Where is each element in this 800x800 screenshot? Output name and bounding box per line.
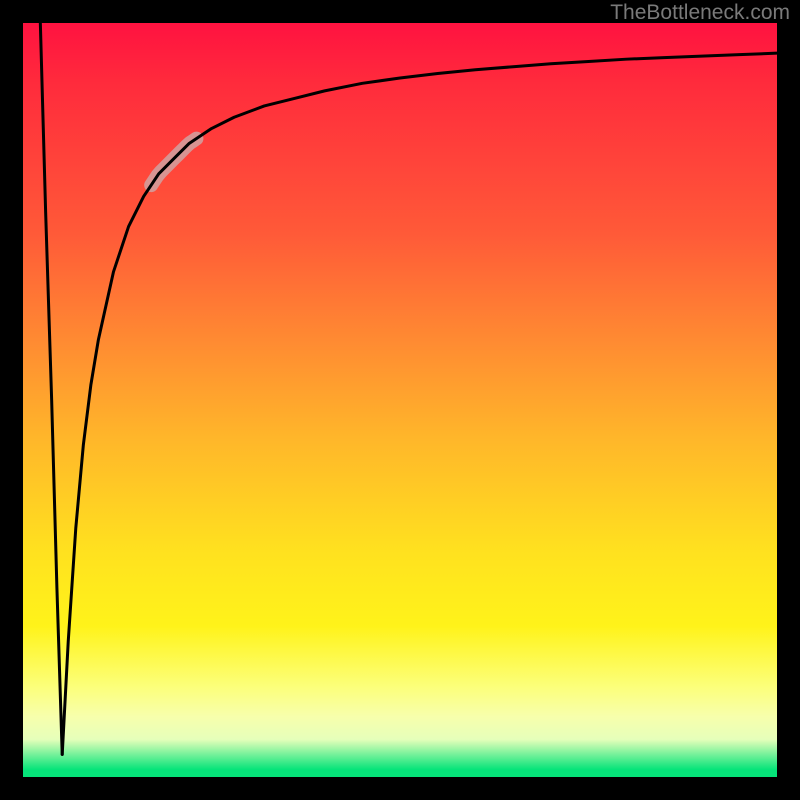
chart-svg [23,23,777,777]
plot-area [23,23,777,777]
series-sharp-fall [40,23,62,754]
watermark-text: TheBottleneck.com [610,1,790,25]
highlight-segment [151,139,196,186]
chart-stage: TheBottleneck.com [0,0,800,800]
